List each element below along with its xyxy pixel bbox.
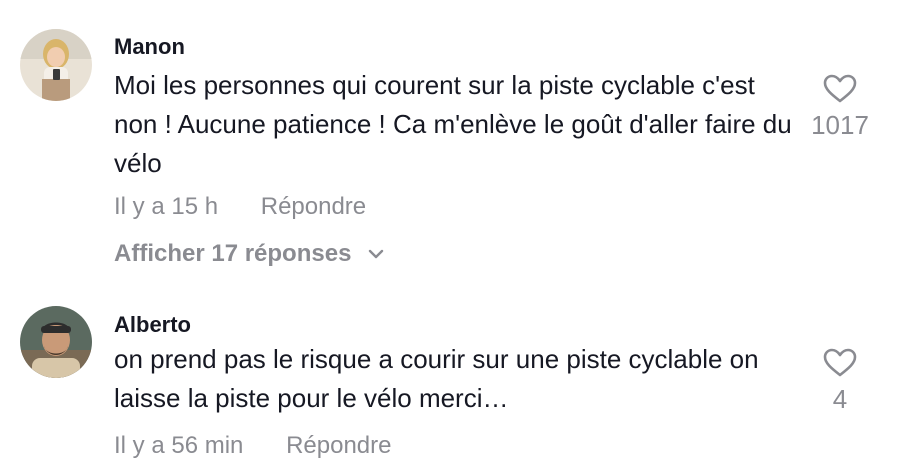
user-avatar-image	[20, 306, 92, 378]
user-avatar-image	[20, 29, 92, 101]
like-count: 1017	[811, 110, 869, 140]
comment-timestamp: Il y a 15 h	[114, 193, 219, 220]
comment-meta: Il y a 56 min Répondre	[114, 432, 391, 460]
like-button[interactable]: 1017	[792, 74, 888, 141]
heart-outline-icon	[792, 74, 888, 104]
avatar[interactable]	[20, 306, 92, 378]
comment-timestamp: Il y a 56 min	[114, 432, 244, 459]
comment-text: on prend pas le risque a courir sur une …	[114, 344, 759, 413]
like-button[interactable]: 4	[792, 348, 888, 415]
heart-outline-icon	[792, 348, 888, 378]
chevron-down-icon	[368, 239, 384, 267]
comment-username[interactable]: Alberto	[114, 312, 191, 338]
comments-list: Manon Moi les personnes qui courent sur …	[0, 0, 908, 474]
show-replies-button[interactable]: Afficher 17 réponses	[114, 240, 384, 268]
comment-meta: Il y a 15 h Répondre	[114, 193, 366, 221]
show-replies-label: Afficher 17 réponses	[114, 240, 352, 267]
reply-button[interactable]: Répondre	[261, 193, 366, 221]
reply-button[interactable]: Répondre	[286, 432, 391, 460]
like-count: 4	[832, 384, 848, 414]
comment-text: Moi les personnes qui courent sur la pis…	[114, 70, 792, 178]
comment-username[interactable]: Manon	[114, 34, 185, 60]
avatar[interactable]	[20, 29, 92, 101]
